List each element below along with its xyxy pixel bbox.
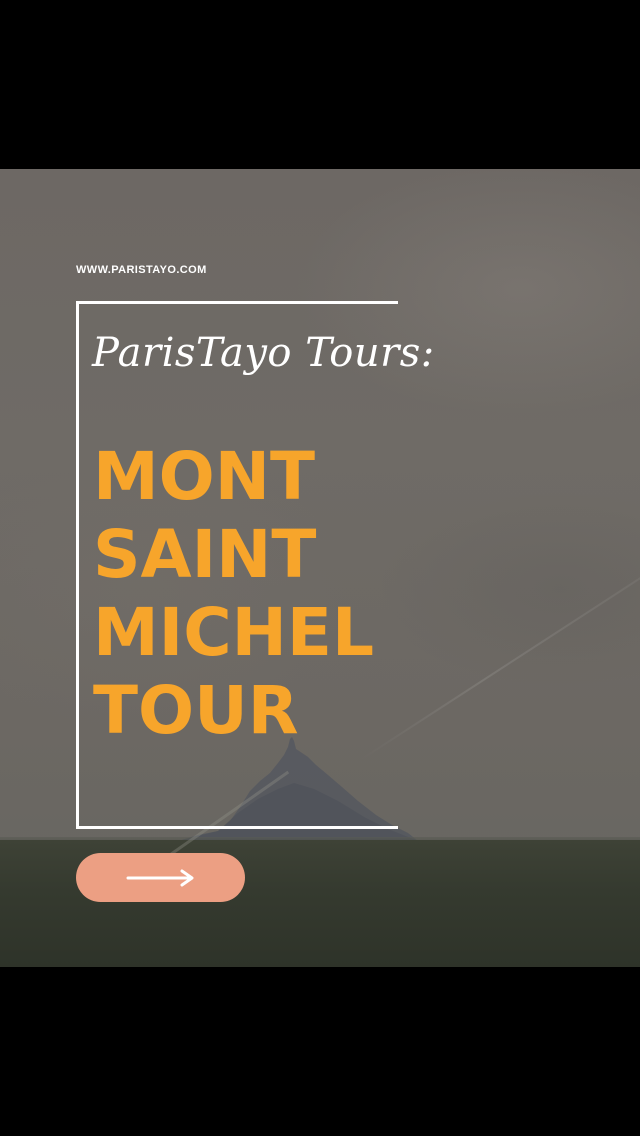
story-page: WWW.PARISTAYO.COM ParisTayo Tours: MONT … [0,0,640,1136]
headline-line-4: TOUR [93,672,299,749]
next-button[interactable] [76,853,245,902]
headline: MONT SAINT MICHEL TOUR [93,438,374,750]
website-url: WWW.PARISTAYO.COM [76,264,207,276]
tour-brand-title: ParisTayo Tours: [92,330,435,376]
headline-line-1: MONT [93,438,316,515]
frame-corner-top [395,301,398,304]
headline-line-3: MICHEL [93,594,375,671]
frame-corner-bottom [395,826,398,829]
headline-line-2: SAINT [93,516,317,593]
arrow-right-icon [126,869,193,886]
